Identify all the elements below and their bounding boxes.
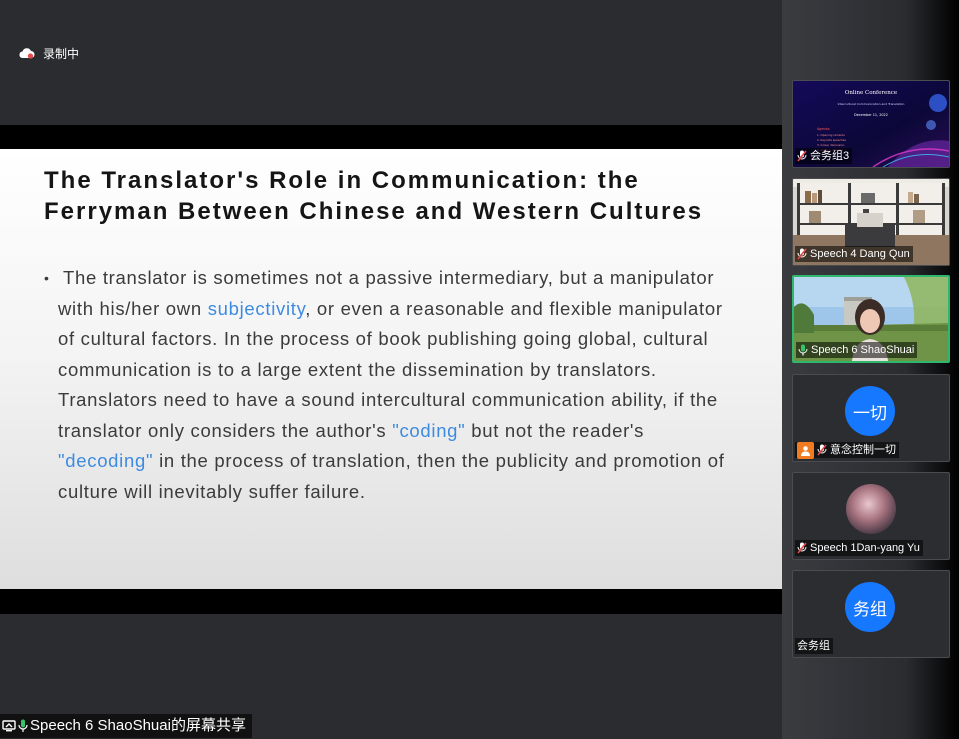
participant-tile-huiwuzu[interactable]: 务组 会务组 <box>792 570 950 658</box>
slide-body: • The translator is sometimes not a pass… <box>44 263 734 507</box>
highlight-decoding: "decoding" <box>58 450 154 471</box>
participant-label: Speech 6 ShaoShuai <box>796 342 918 358</box>
mic-on-icon <box>798 344 808 356</box>
participant-photo <box>846 484 896 534</box>
cloud-icon <box>19 48 35 59</box>
mic-on-icon <box>18 719 28 732</box>
slide-paragraph: The translator is sometimes not a passiv… <box>44 263 734 507</box>
share-label-text: Speech 6 ShaoShuai的屏幕共享 <box>30 717 246 734</box>
slide-title: The Translator's Role in Communication: … <box>44 167 704 225</box>
participant-tile-shaoshuai[interactable]: Speech 6 ShaoShuai <box>792 275 950 363</box>
body-text-4: in the process of translation, then the … <box>58 450 725 502</box>
shared-screen-area: 录制中 The Translator's Role in Communicati… <box>0 0 782 739</box>
bullet-marker: • <box>44 270 50 286</box>
participant-label: Speech 4 Dang Qun <box>795 246 913 262</box>
participant-name: 会务组3 <box>810 150 850 162</box>
thumb-agenda-0: Agenda: <box>817 127 830 131</box>
letterbox-top <box>0 125 782 149</box>
participant-name: Speech 4 Dang Qun <box>810 248 910 260</box>
participant-label: Speech 1Dan-yang Yu <box>795 540 923 556</box>
screen-share-icon <box>2 720 16 732</box>
participant-name: Speech 6 ShaoShuai <box>811 344 915 356</box>
participant-tile-huiwuzu3[interactable]: Online Conference Intercultural Communic… <box>792 80 950 168</box>
mic-muted-icon <box>797 150 807 162</box>
participant-label: 会务组 <box>795 638 833 654</box>
participant-avatar: 一切 <box>845 386 895 436</box>
participant-label: 意念控制一切 <box>795 441 899 459</box>
thumb-agenda-3: 3. Group discussion <box>817 143 845 147</box>
mic-muted-icon <box>817 444 827 456</box>
screen-share-label: Speech 6 ShaoShuai的屏幕共享 <box>0 714 252 738</box>
participant-name: 会务组 <box>797 640 830 652</box>
participant-label: 会务组3 <box>795 148 853 164</box>
participant-panel: Online Conference Intercultural Communic… <box>782 0 959 739</box>
participant-tile-dang-qun[interactable]: Speech 4 Dang Qun <box>792 178 950 266</box>
thumb-agenda-2: 2. Keynote speeches <box>817 138 847 142</box>
thumb-subtitle: Intercultural Communication and Translat… <box>838 102 905 106</box>
thumb-date: December 11, 2022 <box>854 113 888 117</box>
body-text-3: but not the reader's <box>465 419 645 441</box>
thumb-title: Online Conference <box>845 90 897 96</box>
participant-avatar: 务组 <box>845 582 895 632</box>
participant-tile-dan-yang-yu[interactable]: Speech 1Dan-yang Yu <box>792 472 950 560</box>
letterbox-bottom <box>0 589 782 614</box>
person-icon <box>797 441 814 459</box>
recording-label: 录制中 <box>43 47 80 61</box>
participant-name: Speech 1Dan-yang Yu <box>810 542 920 554</box>
highlight-subjectivity: subjectivity <box>207 297 306 319</box>
thumb-agenda-1: 1. Opening remarks <box>817 133 845 137</box>
participant-tile-yinian[interactable]: 一切 意念控制一切 <box>792 374 950 462</box>
mic-muted-icon <box>797 542 807 554</box>
participant-name: 意念控制一切 <box>830 444 896 456</box>
recording-status[interactable]: 录制中 <box>18 45 79 62</box>
mic-muted-icon <box>797 248 807 260</box>
highlight-coding: "coding" <box>392 419 466 441</box>
presentation-slide: The Translator's Role in Communication: … <box>0 149 782 589</box>
